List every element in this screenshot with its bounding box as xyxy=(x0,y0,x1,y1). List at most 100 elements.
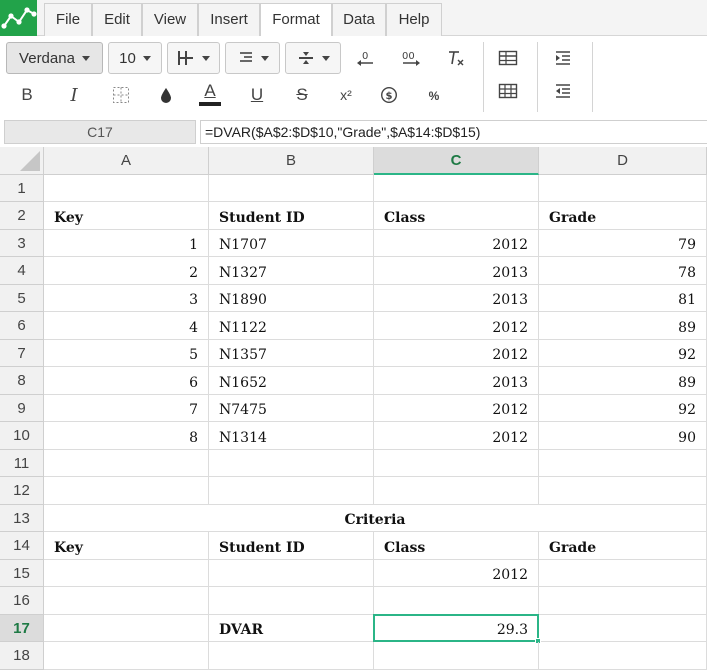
cell-c5[interactable]: 2013 xyxy=(374,285,539,312)
cell-d16[interactable] xyxy=(539,587,707,615)
superscript-button[interactable]: x² xyxy=(333,82,359,108)
row-header-18[interactable]: 18 xyxy=(0,642,44,670)
menu-help[interactable]: Help xyxy=(386,3,442,36)
cell-d17[interactable] xyxy=(539,615,707,642)
cell-d4[interactable]: 78 xyxy=(539,257,707,285)
cell-b11[interactable] xyxy=(209,450,374,477)
row-header-13[interactable]: 13 xyxy=(0,505,44,532)
menu-file[interactable]: File xyxy=(44,3,92,36)
cell-d12[interactable] xyxy=(539,477,707,505)
currency-format-button[interactable]: $ xyxy=(376,82,402,108)
column-header-c[interactable]: C xyxy=(374,147,539,175)
row-header-4[interactable]: 4 xyxy=(0,257,44,285)
cell-a6[interactable]: 4 xyxy=(44,312,209,340)
menu-data[interactable]: Data xyxy=(332,3,386,36)
row-header-6[interactable]: 6 xyxy=(0,312,44,340)
cell-b15[interactable] xyxy=(209,560,374,587)
increase-decimal-button[interactable]: 00 xyxy=(398,45,424,71)
cell-d6[interactable]: 89 xyxy=(539,312,707,340)
cell-b12[interactable] xyxy=(209,477,374,505)
column-header-d[interactable]: D xyxy=(539,147,707,175)
cell-c2[interactable]: Class xyxy=(374,202,539,230)
cell-a3[interactable]: 1 xyxy=(44,230,209,257)
percent-format-button[interactable]: % xyxy=(421,83,447,109)
cell-a12[interactable] xyxy=(44,477,209,505)
cell-b17[interactable]: DVAR xyxy=(209,615,374,642)
underline-button[interactable]: U xyxy=(244,82,270,108)
clear-format-button[interactable] xyxy=(443,45,469,71)
text-color-button[interactable]: A xyxy=(197,80,223,106)
cell-b8[interactable]: N1652 xyxy=(209,367,374,395)
cell-c17[interactable]: 29.3 xyxy=(374,615,539,642)
italic-button[interactable]: I xyxy=(61,82,87,108)
cell-b4[interactable]: N1327 xyxy=(209,257,374,285)
cell-a2[interactable]: Key xyxy=(44,202,209,230)
row-header-1[interactable]: 1 xyxy=(0,175,44,202)
font-family-dropdown[interactable]: Verdana xyxy=(6,42,103,74)
strikethrough-button[interactable]: S xyxy=(289,82,315,108)
cell-c3[interactable]: 2012 xyxy=(374,230,539,257)
cell-b10[interactable]: N1314 xyxy=(209,422,374,450)
cell-a8[interactable]: 6 xyxy=(44,367,209,395)
cell-c11[interactable] xyxy=(374,450,539,477)
row-header-14[interactable]: 14 xyxy=(0,532,44,560)
cell-border-button[interactable] xyxy=(108,82,134,108)
table-grid-button[interactable] xyxy=(495,78,521,104)
row-header-2[interactable]: 2 xyxy=(0,202,44,230)
cell-b7[interactable]: N1357 xyxy=(209,340,374,367)
cell-c15[interactable]: 2012 xyxy=(374,560,539,587)
vertical-align-dropdown[interactable] xyxy=(285,42,341,74)
cell-c14[interactable]: Class xyxy=(374,532,539,560)
cell-b2[interactable]: Student ID xyxy=(209,202,374,230)
fill-color-button[interactable] xyxy=(153,82,179,108)
cell-a1[interactable] xyxy=(44,175,209,202)
cell-a11[interactable] xyxy=(44,450,209,477)
cell-name-box[interactable]: C17 xyxy=(4,120,196,144)
cell-d10[interactable]: 90 xyxy=(539,422,707,450)
cell-d9[interactable]: 92 xyxy=(539,395,707,422)
row-header-11[interactable]: 11 xyxy=(0,450,44,477)
cell-d11[interactable] xyxy=(539,450,707,477)
row-header-3[interactable]: 3 xyxy=(0,230,44,257)
cell-c7[interactable]: 2012 xyxy=(374,340,539,367)
menu-insert[interactable]: Insert xyxy=(198,3,260,36)
column-header-b[interactable]: B xyxy=(209,147,374,175)
cell-a18[interactable] xyxy=(44,642,209,670)
cell-d7[interactable]: 92 xyxy=(539,340,707,367)
cell-c9[interactable]: 2012 xyxy=(374,395,539,422)
indent-button[interactable] xyxy=(550,45,576,71)
row-header-15[interactable]: 15 xyxy=(0,560,44,587)
cell-b18[interactable] xyxy=(209,642,374,670)
outdent-button[interactable] xyxy=(550,78,576,104)
cell-b9[interactable]: N7475 xyxy=(209,395,374,422)
row-header-10[interactable]: 10 xyxy=(0,422,44,450)
cell-a13-merged[interactable]: Criteria xyxy=(44,505,707,532)
cell-b3[interactable]: N1707 xyxy=(209,230,374,257)
cell-a9[interactable]: 7 xyxy=(44,395,209,422)
cell-c4[interactable]: 2013 xyxy=(374,257,539,285)
cell-c10[interactable]: 2012 xyxy=(374,422,539,450)
cell-b1[interactable] xyxy=(209,175,374,202)
font-size-dropdown[interactable]: 10 xyxy=(108,42,162,74)
menu-edit[interactable]: Edit xyxy=(92,3,142,36)
cell-c1[interactable] xyxy=(374,175,539,202)
column-header-a[interactable]: A xyxy=(44,147,209,175)
cell-a4[interactable]: 2 xyxy=(44,257,209,285)
cell-c6[interactable]: 2012 xyxy=(374,312,539,340)
cell-c16[interactable] xyxy=(374,587,539,615)
row-header-17[interactable]: 17 xyxy=(0,615,44,642)
row-header-8[interactable]: 8 xyxy=(0,367,44,395)
cell-b14[interactable]: Student ID xyxy=(209,532,374,560)
cell-b16[interactable] xyxy=(209,587,374,615)
formula-input[interactable]: =DVAR($A$2:$D$10,"Grade",$A$14:$D$15) xyxy=(200,120,707,144)
row-header-7[interactable]: 7 xyxy=(0,340,44,367)
cell-a5[interactable]: 3 xyxy=(44,285,209,312)
cell-d1[interactable] xyxy=(539,175,707,202)
cell-d14[interactable]: Grade xyxy=(539,532,707,560)
bold-button[interactable]: B xyxy=(14,82,40,108)
row-header-16[interactable]: 16 xyxy=(0,587,44,615)
cell-a15[interactable] xyxy=(44,560,209,587)
cell-a16[interactable] xyxy=(44,587,209,615)
insert-table-button[interactable] xyxy=(495,45,521,71)
select-all-corner[interactable] xyxy=(0,147,44,175)
